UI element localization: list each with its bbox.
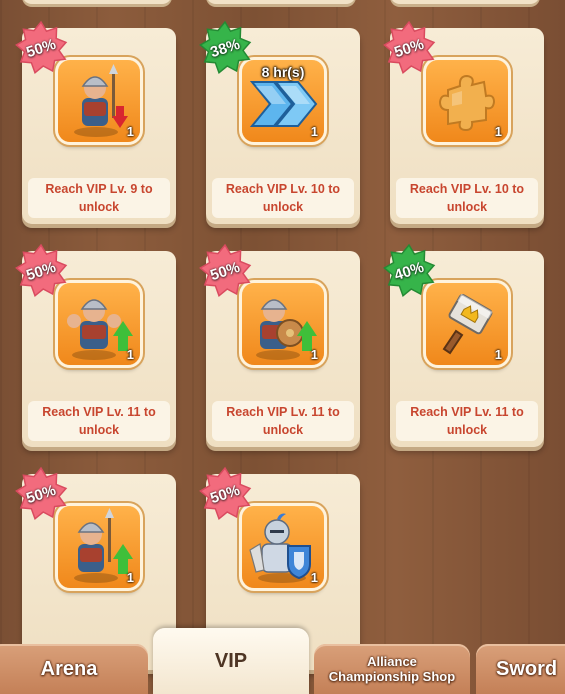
shop-item-card[interactable]: 8 hr(s) 1 Reach VIP Lv. 10 to unlock 38% [199,20,360,224]
tab-label: Alliance Championship Shop [328,654,456,684]
item-tile: 1 [242,283,324,365]
shop-tab-bar: Arena VIP Alliance Championship Shop Swo… [0,628,565,694]
tab-label: VIP [214,649,248,672]
item-quantity: 1 [310,570,318,585]
item-tile: 8 hr(s) 1 [242,60,324,142]
unlock-requirement: Reach VIP Lv. 9 to unlock [45,182,153,214]
lock-panel: Reach VIP Lv. 10 to unlock [396,178,538,218]
tab-label: Sword [496,657,558,680]
unlock-requirement: Reach VIP Lv. 11 to unlock [410,405,524,437]
item-quantity: 1 [126,124,134,139]
shop-item-card[interactable]: 1 Reach VIP Lv. 9 to unlock 50% [15,20,176,224]
item-quantity: 1 [310,347,318,362]
shop-item-card[interactable]: 1 Reach VIP Lv. 10 to unlock 50% [383,20,544,224]
discount-badge: 50% [13,243,69,299]
item-quantity: 1 [126,347,134,362]
card-top-partial [206,0,356,4]
lock-panel: Reach VIP Lv. 11 to unlock [212,401,354,441]
discount-badge: 38% [197,20,253,76]
item-tile: 1 [426,283,508,365]
tab-label: Arena [40,657,98,680]
item-tile: 1 [242,506,324,588]
tab-arena[interactable]: Arena [0,644,148,694]
discount-badge: 50% [13,20,69,76]
unlock-requirement: Reach VIP Lv. 11 to unlock [42,405,156,437]
unlock-requirement: Reach VIP Lv. 11 to unlock [226,405,340,437]
tab-alliance-championship-shop[interactable]: Alliance Championship Shop [314,644,470,694]
discount-badge: 50% [197,243,253,299]
discount-badge: 40% [381,243,437,299]
card-top-partial [22,0,172,4]
discount-badge: 50% [13,466,69,522]
item-quantity: 1 [494,124,502,139]
lock-panel: Reach VIP Lv. 11 to unlock [396,401,538,441]
lock-panel: Reach VIP Lv. 9 to unlock [28,178,170,218]
item-quantity: 1 [126,570,134,585]
unlock-requirement: Reach VIP Lv. 10 to unlock [409,182,525,214]
shop-item-card[interactable]: 1 Reach VIP Lv. 11 to unlock 50% [199,243,360,447]
item-tile: 1 [58,283,140,365]
shop-item-card[interactable]: 1 Reach VIP Lv. 11 to unlock 50% [15,243,176,447]
unlock-requirement: Reach VIP Lv. 10 to unlock [225,182,341,214]
card-top-partial [390,0,540,4]
shop-item-card[interactable]: 1 Reach VIP Lv. 11 to unlock 40% [383,243,544,447]
tab-vip[interactable]: VIP [153,628,309,694]
item-quantity: 1 [494,347,502,362]
lock-panel: Reach VIP Lv. 11 to unlock [28,401,170,441]
lock-panel: Reach VIP Lv. 10 to unlock [212,178,354,218]
item-tile: 1 [58,60,140,142]
tab-sword[interactable]: Sword [476,644,565,694]
item-tile: 1 [426,60,508,142]
discount-badge: 50% [381,20,437,76]
item-tile: 1 [58,506,140,588]
discount-badge: 50% [197,466,253,522]
item-quantity: 1 [310,124,318,139]
